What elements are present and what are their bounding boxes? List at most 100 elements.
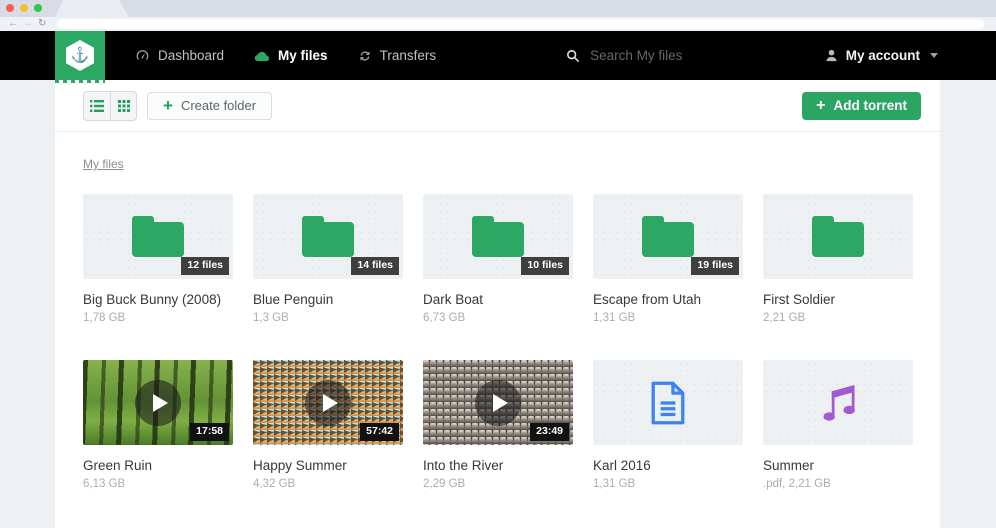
file-thumbnail[interactable] xyxy=(763,360,913,445)
file-thumbnail[interactable]: 10 files xyxy=(423,194,573,279)
add-torrent-button[interactable]: + Add torrent xyxy=(802,92,921,120)
breadcrumb[interactable]: My files xyxy=(83,157,124,171)
list-view-button[interactable] xyxy=(84,92,110,120)
folder-icon xyxy=(472,222,524,257)
file-size: 1,31 GB xyxy=(593,478,743,490)
file-size: 6,73 GB xyxy=(423,312,573,324)
back-icon[interactable]: ← xyxy=(8,19,18,29)
file-name[interactable]: Green Ruin xyxy=(83,458,233,473)
nav-item-label: My files xyxy=(278,48,328,63)
list-view-icon xyxy=(90,100,104,112)
duration-badge: 23:49 xyxy=(530,423,569,441)
file-card[interactable]: First Soldier 2,21 GB xyxy=(763,194,913,324)
file-card[interactable]: 23:49 Into the River 2,29 GB xyxy=(423,360,573,490)
file-name[interactable]: First Soldier xyxy=(763,292,913,307)
file-size: 2,21 GB xyxy=(763,312,913,324)
file-card[interactable]: 12 files Big Buck Bunny (2008) 1,78 GB xyxy=(83,194,233,324)
file-thumbnail[interactable]: 23:49 xyxy=(423,360,573,445)
browser-tab[interactable] xyxy=(55,0,129,17)
navbar-search xyxy=(566,48,780,63)
folder-icon xyxy=(302,222,354,257)
file-size: .pdf, 2,21 GB xyxy=(763,478,913,490)
address-bar[interactable] xyxy=(57,19,984,29)
play-icon[interactable] xyxy=(475,380,521,426)
play-icon[interactable] xyxy=(135,380,181,426)
create-folder-button[interactable]: + Create folder xyxy=(147,92,272,120)
file-name[interactable]: Dark Boat xyxy=(423,292,573,307)
grid-view-button[interactable] xyxy=(110,92,136,120)
browser-toolbar: ← → ↻ xyxy=(0,17,996,31)
file-card[interactable]: 57:42 Happy Summer 4,32 GB xyxy=(253,360,403,490)
file-thumbnail[interactable] xyxy=(593,360,743,445)
file-name[interactable]: Happy Summer xyxy=(253,458,403,473)
duration-badge: 17:58 xyxy=(190,423,229,441)
plus-icon: + xyxy=(163,97,173,114)
grid-view-icon xyxy=(118,100,130,112)
folder-icon xyxy=(132,222,184,257)
duration-badge: 57:42 xyxy=(360,423,399,441)
file-name[interactable]: Karl 2016 xyxy=(593,458,743,473)
file-thumbnail[interactable]: 19 files xyxy=(593,194,743,279)
file-size: 2,29 GB xyxy=(423,478,573,490)
browser-titlebar xyxy=(0,0,996,17)
file-card[interactable]: 10 files Dark Boat 6,73 GB xyxy=(423,194,573,324)
forward-icon[interactable]: → xyxy=(23,19,33,29)
cloud-icon xyxy=(254,50,270,62)
file-count-badge: 14 files xyxy=(351,257,399,275)
folder-icon xyxy=(642,222,694,257)
chevron-down-icon xyxy=(930,53,938,58)
sync-icon xyxy=(358,49,372,63)
anchor-icon: ⚓ xyxy=(66,40,94,71)
gauge-icon xyxy=(135,48,150,63)
file-card[interactable]: 19 files Escape from Utah 1,31 GB xyxy=(593,194,743,324)
document-icon xyxy=(648,380,688,426)
file-size: 1,78 GB xyxy=(83,312,233,324)
file-grid: 12 files Big Buck Bunny (2008) 1,78 GB xyxy=(55,173,940,490)
file-thumbnail[interactable]: 17:58 xyxy=(83,360,233,445)
plus-icon: + xyxy=(816,98,825,114)
file-count-badge: 19 files xyxy=(691,257,739,275)
account-menu[interactable]: My account xyxy=(825,48,938,63)
app-navbar: ⚓ Dashboard My files Transfers My acco xyxy=(0,31,996,80)
file-name[interactable]: Summer xyxy=(763,458,913,473)
nav-item-dashboard[interactable]: Dashboard xyxy=(135,48,224,63)
file-card[interactable]: Summer .pdf, 2,21 GB xyxy=(763,360,913,490)
page-background: + Create folder + Add torrent My files xyxy=(0,80,996,528)
file-name[interactable]: Into the River xyxy=(423,458,573,473)
file-thumbnail[interactable]: 57:42 xyxy=(253,360,403,445)
file-card[interactable]: Karl 2016 1,31 GB xyxy=(593,360,743,490)
user-icon xyxy=(825,49,838,62)
file-thumbnail[interactable]: 12 files xyxy=(83,194,233,279)
nav-item-transfers[interactable]: Transfers xyxy=(358,48,437,63)
file-size: 6,13 GB xyxy=(83,478,233,490)
search-input[interactable] xyxy=(590,48,780,63)
file-name[interactable]: Big Buck Bunny (2008) xyxy=(83,292,233,307)
file-size: 4,32 GB xyxy=(253,478,403,490)
file-name[interactable]: Blue Penguin xyxy=(253,292,403,307)
account-label: My account xyxy=(846,48,920,63)
add-torrent-label: Add torrent xyxy=(834,98,908,113)
reload-icon[interactable]: ↻ xyxy=(38,19,46,29)
nav-item-my-files[interactable]: My files xyxy=(254,48,328,63)
file-size: 1,3 GB xyxy=(253,312,403,324)
file-size: 1,31 GB xyxy=(593,312,743,324)
minimize-window-button[interactable] xyxy=(20,4,28,12)
close-window-button[interactable] xyxy=(6,4,14,12)
folder-icon xyxy=(812,222,864,257)
play-icon[interactable] xyxy=(305,380,351,426)
file-count-badge: 12 files xyxy=(181,257,229,275)
create-folder-label: Create folder xyxy=(181,98,256,113)
file-card[interactable]: 17:58 Green Ruin 6,13 GB xyxy=(83,360,233,490)
music-note-icon xyxy=(816,381,860,425)
file-card[interactable]: 14 files Blue Penguin 1,3 GB xyxy=(253,194,403,324)
file-thumbnail[interactable]: 14 files xyxy=(253,194,403,279)
app-logo[interactable]: ⚓ xyxy=(55,31,105,80)
content-panel: + Create folder + Add torrent My files xyxy=(55,80,940,528)
traffic-lights xyxy=(6,4,42,12)
nav-item-label: Transfers xyxy=(380,48,437,63)
file-thumbnail[interactable] xyxy=(763,194,913,279)
zoom-window-button[interactable] xyxy=(34,4,42,12)
file-name[interactable]: Escape from Utah xyxy=(593,292,743,307)
file-count-badge: 10 files xyxy=(521,257,569,275)
nav-item-label: Dashboard xyxy=(158,48,224,63)
